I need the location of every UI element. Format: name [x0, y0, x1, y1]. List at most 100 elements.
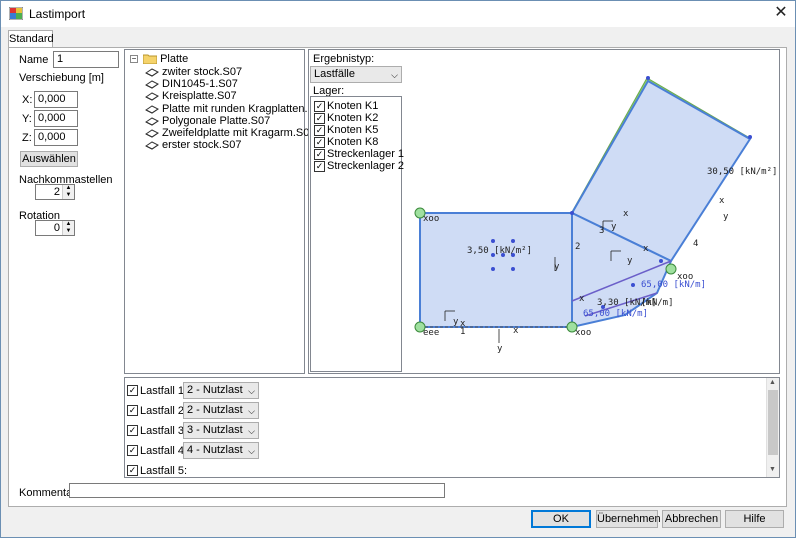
support-item[interactable]: ✓ Knoten K8 — [314, 136, 378, 148]
loadcase-select[interactable]: 4 - Nutzlast ⌵ — [183, 442, 259, 459]
axis-x-label: x — [579, 294, 585, 304]
tree-item-label: DIN1045-1.S07 — [162, 78, 238, 91]
tree-item[interactable]: Polygonale Platte.S07 — [145, 115, 270, 127]
loadcase-value: 4 - Nutzlast — [187, 444, 243, 456]
loadcase-checkbox[interactable]: ✓ — [127, 445, 138, 456]
supports-list[interactable]: ✓ Knoten K1 ✓ Knoten K2 ✓ Knoten K5 ✓ Knoten K8… — [310, 96, 404, 372]
result-type-label: Ergebnistyp: — [313, 53, 375, 65]
cancel-button[interactable]: Abbrechen — [662, 510, 721, 528]
tree-item[interactable]: Zweifeldplatte mit Kragarm.S07 — [145, 127, 315, 139]
support-label: Knoten K5 — [327, 124, 379, 136]
loadcase-value: 3 - Nutzlast — [187, 424, 243, 436]
support-label: Knoten K8 — [327, 136, 379, 148]
vertex-dot — [511, 239, 515, 243]
load-label-2: 30,50 [kN/m²] — [707, 167, 777, 177]
edge-label-3: 3 — [599, 226, 604, 236]
loadcase-checkbox[interactable]: ✓ — [127, 465, 138, 476]
name-label: Name — [19, 54, 49, 66]
support-checkbox[interactable]: ✓ — [314, 160, 325, 172]
load-label-6: [kN/m] — [641, 298, 674, 308]
tree-item[interactable]: Platte mit runden Kragplatten.S07 — [145, 103, 327, 115]
plate-file-icon — [145, 141, 159, 150]
load-label-3: 65,00 [kN/m] — [641, 280, 706, 290]
decimals-stepper[interactable]: 2 ▲ ▼ — [35, 184, 75, 200]
z-input[interactable]: 0,000 — [34, 129, 78, 146]
file-tree[interactable]: − Platte zwiter stock.S07 DIN1045-1.S07 Kr… — [124, 49, 327, 374]
loadcase-checkbox[interactable]: ✓ — [127, 385, 138, 396]
vertex-dot — [511, 267, 515, 271]
tab-standard[interactable]: Standard — [8, 30, 54, 48]
scroll-down-icon[interactable]: ▼ — [769, 466, 776, 473]
support-item[interactable]: ✓ Knoten K5 — [314, 124, 378, 136]
support-label: Knoten K2 — [327, 112, 379, 124]
support-checkbox[interactable]: ✓ — [314, 136, 325, 148]
tree-item[interactable]: zwiter stock.S07 — [145, 66, 242, 78]
title-bar: Lastimport ✕ — [1, 1, 795, 27]
ok-button[interactable]: OK — [531, 510, 591, 528]
tree-item[interactable]: Kreisplatte.S07 — [145, 90, 237, 102]
axis-x-label: x — [460, 319, 466, 329]
loadcase-select[interactable]: 2 - Nutzlast ⌵ — [183, 382, 259, 399]
loadcase-scrollbar[interactable]: ▲ ▼ — [766, 378, 779, 477]
support-label: Streckenlager 2 — [327, 160, 405, 172]
axis-x-label: x — [643, 244, 649, 254]
loadcase-select[interactable]: 2 - Nutzlast ⌵ — [183, 402, 259, 419]
load-label-1: 3,50 [kN/m²] — [467, 246, 532, 256]
support-checkbox[interactable]: ✓ — [314, 148, 325, 160]
plate-file-icon — [145, 129, 159, 138]
tree-item[interactable]: DIN1045-1.S07 — [145, 78, 238, 90]
result-type-select[interactable]: Lastfälle ⌵ — [310, 66, 402, 83]
loadcase-select[interactable]: 3 - Nutzlast ⌵ — [183, 422, 259, 439]
axis-x-label: x — [623, 209, 629, 219]
loadcase-label: Lastfall 3: — [140, 425, 188, 437]
support-checkbox[interactable]: ✓ — [314, 124, 325, 136]
tree-item-label: erster stock.S07 — [162, 139, 242, 152]
vertex-dot — [748, 135, 752, 139]
chevron-down-icon: ⌵ — [248, 426, 255, 436]
y-input[interactable]: 0,000 — [34, 110, 78, 127]
loadcase-checkbox[interactable]: ✓ — [127, 425, 138, 436]
axis-y-label: y — [453, 317, 459, 327]
chevron-down-icon: ⌵ — [391, 70, 398, 80]
x-input[interactable]: 0,000 — [34, 91, 78, 108]
support-item[interactable]: ✓ Knoten K2 — [314, 112, 378, 124]
collapse-icon[interactable]: − — [130, 55, 138, 64]
support-item[interactable]: ✓ Streckenlager 1 — [314, 148, 404, 160]
dialog-window: Lastimport ✕ Standard Name 1 Verschiebun… — [0, 0, 796, 538]
node-label-b: xoo — [677, 272, 693, 282]
z-label: Z: — [22, 132, 32, 144]
vertex-dot — [659, 259, 663, 263]
chevron-down-icon: ⌵ — [248, 406, 255, 416]
tree-root[interactable]: − Platte — [130, 53, 188, 65]
scroll-up-icon[interactable]: ▲ — [769, 379, 776, 386]
folder-icon — [143, 54, 158, 65]
loadcase-label: Lastfall 1: — [140, 385, 188, 397]
stepper-arrows-icon[interactable]: ▲ ▼ — [62, 185, 74, 199]
stepper-arrows-icon[interactable]: ▲ ▼ — [62, 221, 74, 235]
plate-file-icon — [145, 92, 159, 102]
loadcase-checkbox[interactable]: ✓ — [127, 405, 138, 416]
decimals-value: 2 — [53, 186, 60, 198]
help-button[interactable]: Hilfe — [725, 510, 784, 528]
apply-button[interactable]: Übernehmen — [596, 510, 661, 528]
rotation-stepper[interactable]: 0 ▲ ▼ — [35, 220, 75, 236]
support-checkbox[interactable]: ✓ — [314, 112, 325, 124]
support-item[interactable]: ✓ Streckenlager 2 — [314, 160, 404, 172]
plate-file-icon — [145, 105, 159, 114]
axis-x-label: x — [719, 196, 725, 206]
tree-item-label: Kreisplatte.S07 — [162, 90, 237, 103]
select-button[interactable]: Auswählen — [20, 151, 78, 167]
name-input[interactable]: 1 — [53, 51, 119, 68]
axis-y-label: y — [497, 344, 503, 354]
axis-x-label: x — [513, 326, 519, 336]
tree-item[interactable]: erster stock.S07 — [145, 139, 241, 151]
structure-preview: 3,50 [kN/m²]30,50 [kN/m²]65,00 [kN/m]3,3… — [414, 76, 777, 354]
support-checkbox[interactable]: ✓ — [314, 100, 325, 112]
node-label-d: xoo — [575, 328, 591, 338]
close-icon[interactable]: ✕ — [769, 3, 793, 23]
tree-item-label: zwiter stock.S07 — [162, 66, 243, 78]
support-item[interactable]: ✓ Knoten K1 — [314, 100, 378, 112]
comment-input[interactable] — [69, 483, 445, 498]
shift-label: Verschiebung [m] — [19, 72, 104, 84]
scrollbar-thumb[interactable] — [768, 390, 778, 455]
